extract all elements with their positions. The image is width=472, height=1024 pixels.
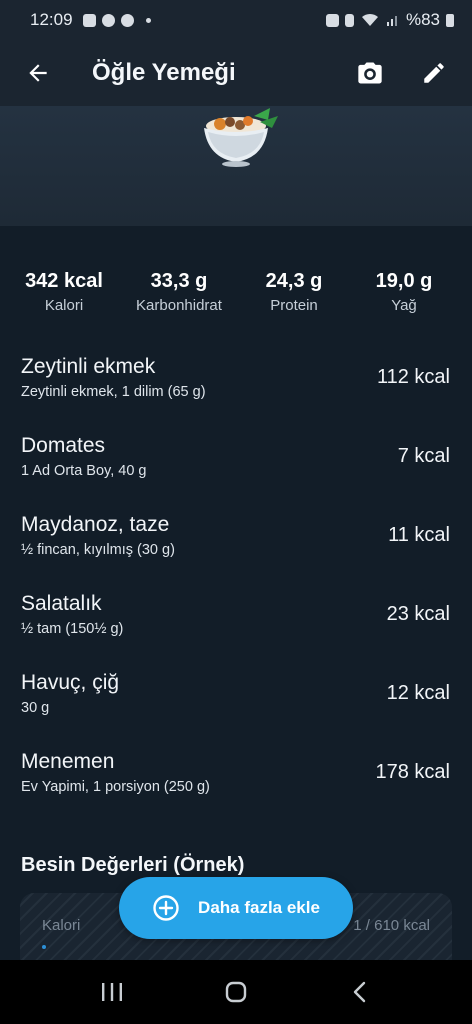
more-notifications-icon [145,17,151,23]
back-arrow-icon [29,64,47,82]
food-portion: 30 g [21,700,50,716]
battery-icon [446,13,454,27]
nutrition-progress-bar [42,945,46,949]
recent-apps-icon [102,983,122,1001]
nutrition-section-title: Besin Değerleri (Örnek) [21,854,245,876]
food-kcal: 7 kcal [397,445,450,467]
food-kcal: 178 kcal [375,761,451,783]
food-item-havuc[interactable]: Havuç, çiğ 30 g 12 kcal [0,654,472,733]
food-item-salatalik[interactable]: Salatalık ½ tam (150½ g) 23 kcal [0,575,472,654]
status-right-icons: %83 [325,10,454,30]
summary-value: 33,3 g [150,270,208,292]
food-kcal: 11 kcal [388,524,450,546]
food-name: Zeytinli ekmek [21,355,156,378]
status-time: 12:09 [30,10,73,29]
food-info: Zeytinli ekmek Zeytinli ekmek, 1 dilim (… [21,355,377,400]
battery-percent: %83 [405,10,440,29]
edit-pencil-icon [424,63,444,83]
food-name: Domates [21,434,106,457]
camera-icon [358,62,382,84]
wifi-icon [361,13,378,26]
food-info: Domates 1 Ad Orta Boy, 40 g [21,434,398,479]
macro-summary: 342 kcal Kalori 33,3 g Karbonhidrat 24,3… [0,226,472,314]
summary-protein: 24,3 g Protein [244,270,344,314]
food-portion: Zeytinli ekmek, 1 dilim (65 g) [21,384,206,400]
status-left-icons [82,13,151,27]
bluetooth-icon [344,13,354,27]
food-item-menemen[interactable]: Menemen Ev Yapimi, 1 porsiyon (250 g) 17… [0,733,472,812]
back-button[interactable] [18,53,58,93]
summary-calories: 342 kcal Kalori [14,270,114,314]
system-nav-bar [0,960,472,1024]
add-more-label: Daha fazla ekle [198,898,320,917]
app-bar: Öğle Yemeği [0,40,472,106]
food-kcal: 112 kcal [376,366,450,388]
home-button[interactable] [206,962,266,1022]
meal-header-image [0,106,472,226]
food-name: Menemen [21,750,115,773]
summary-carbs: 33,3 g Karbonhidrat [124,270,234,314]
food-name: Salatalık [21,592,102,615]
recent-apps-button[interactable] [82,962,142,1022]
food-list: Zeytinli ekmek Zeytinli ekmek, 1 dilim (… [0,338,472,812]
camera-button[interactable] [350,53,390,93]
food-info: Havuç, çiğ 30 g [21,671,387,716]
food-bowl-image [204,108,278,167]
summary-label: Protein [270,297,318,314]
food-name: Havuç, çiğ [21,671,120,694]
app-bar-actions [350,53,454,93]
chevron-left-icon [353,981,366,1003]
food-portion: ½ tam (150½ g) [21,621,124,637]
signal-icon [386,16,397,26]
notification-icon [82,13,96,27]
alarm-icon [325,13,339,27]
summary-label: Karbonhidrat [136,297,222,314]
food-item-domates[interactable]: Domates 1 Ad Orta Boy, 40 g 7 kcal [0,417,472,496]
food-item-zeytinli-ekmek[interactable]: Zeytinli ekmek Zeytinli ekmek, 1 dilim (… [0,338,472,417]
food-info: Maydanoz, taze ½ fincan, kıyılmış (30 g) [21,513,388,558]
food-kcal: 12 kcal [386,682,450,704]
summary-value: 19,0 g [375,270,433,292]
nutrition-row-label: Kalori [42,917,81,934]
summary-fat: 19,0 g Yağ [354,270,454,314]
messenger-icon [120,13,134,27]
food-item-maydanoz[interactable]: Maydanoz, taze ½ fincan, kıyılmış (30 g)… [0,496,472,575]
photo-icon [101,13,115,27]
summary-value: 24,3 g [265,270,323,292]
plus-circle-icon [153,895,179,921]
page-title: Öğle Yemeği [92,59,236,86]
summary-value: 342 kcal [25,270,103,292]
food-kcal: 23 kcal [386,603,450,625]
summary-label: Yağ [391,297,417,314]
food-name: Maydanoz, taze [21,513,170,536]
meal-content[interactable]: 342 kcal Kalori 33,3 g Karbonhidrat 24,3… [0,226,472,960]
food-portion: Ev Yapimi, 1 porsiyon (250 g) [21,779,210,795]
nutrition-row-value: 1 / 610 kcal [353,917,430,934]
status-bar: 12:09 %83 [0,0,472,40]
system-back-button[interactable] [330,962,390,1022]
food-info: Salatalık ½ tam (150½ g) [21,592,387,637]
edit-button[interactable] [414,53,454,93]
summary-label: Kalori [44,297,84,314]
home-icon [225,981,247,1003]
food-portion: 1 Ad Orta Boy, 40 g [21,463,147,479]
food-portion: ½ fincan, kıyılmış (30 g) [21,542,175,558]
food-info: Menemen Ev Yapimi, 1 porsiyon (250 g) [21,750,376,795]
add-more-button[interactable]: Daha fazla ekle [119,877,353,939]
